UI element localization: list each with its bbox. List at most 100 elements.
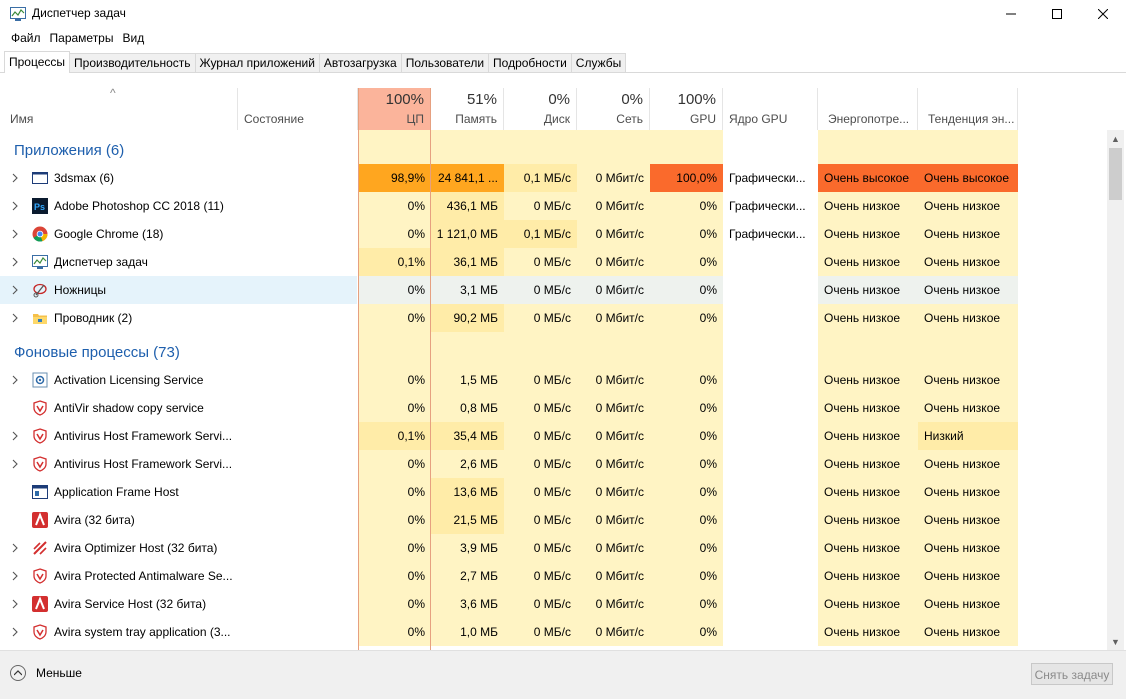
menu-file[interactable]: Файл [0,29,48,49]
vertical-scrollbar[interactable]: ▲ ▼ [1107,130,1124,650]
process-name-cell[interactable]: Проводник (2) [0,304,357,332]
chevron-right-icon[interactable] [11,626,19,638]
cell-cpu: 0% [358,590,431,618]
cell-net: 0 Мбит/с [577,366,650,394]
process-row[interactable]: Activation Licensing Service 0% 1,5 МБ 0 МБ… [0,366,1107,394]
menu-view[interactable]: Вид [120,29,151,49]
cell-cpu: 0% [358,562,431,590]
close-icon [1098,9,1108,19]
scroll-up-icon[interactable]: ▲ [1107,130,1124,147]
cell-engine [723,618,818,646]
cell-engine [723,534,818,562]
tab-services[interactable]: Службы [570,53,627,73]
process-row[interactable]: Google Chrome (18) 0% 1 121,0 МБ 0,1 МБ/с 0 … [0,220,1107,248]
end-task-button[interactable]: Снять задачу [1031,663,1113,685]
avira-shield-icon [32,428,48,444]
tab-app-history[interactable]: Журнал приложений [194,53,320,73]
process-name-cell[interactable]: Ножницы [0,276,357,304]
process-row[interactable]: Ножницы 0% 3,1 МБ 0 МБ/с 0 Мбит/с 0% Очень низ… [0,276,1107,304]
process-row[interactable]: Antivirus Host Framework Servi... 0% 2,6 М… [0,450,1107,478]
column-memory[interactable]: 51% Память [431,88,504,130]
chevron-right-icon[interactable] [11,458,19,470]
group-cell-bg [504,332,577,366]
column-power-trend[interactable]: Тенденция эн... [918,88,1018,130]
process-name-cell[interactable]: 3dsmax (6) [0,164,357,192]
cell-mem: 0,8 МБ [431,394,504,422]
cell-engine [723,590,818,618]
process-row[interactable]: Avira Optimizer Host (32 бита) 0% 3,9 МБ 0 … [0,534,1107,562]
process-name: Adobe Photoshop CC 2018 (11) [54,199,224,213]
process-name-cell[interactable]: Avira (32 бита) [0,506,357,534]
process-row[interactable]: Application Frame Host 0% 13,6 МБ 0 МБ/с 0 М… [0,478,1107,506]
chevron-right-icon[interactable] [11,200,19,212]
service-icon [32,372,48,388]
process-name-cell[interactable]: AntiVir shadow copy service [0,394,357,422]
maximize-button[interactable] [1034,0,1080,28]
process-row[interactable]: Antivirus Host Framework Servi... 0,1% 35,… [0,422,1107,450]
group-cell-bg [818,332,918,366]
chevron-right-icon[interactable] [11,312,19,324]
tab-performance[interactable]: Производительность [69,53,196,73]
process-name: Google Chrome (18) [54,227,164,241]
cell-mem: 1,5 МБ [431,366,504,394]
cell-disk: 0 МБ/с [504,394,577,422]
chevron-right-icon[interactable] [11,542,19,554]
cell-gpu: 0% [650,590,723,618]
menu-options[interactable]: Параметры [48,29,121,49]
process-name: Avira Protected Antimalware Se... [54,569,233,583]
process-row[interactable]: Ps Adobe Photoshop CC 2018 (11) 0% 436,1 МБ… [0,192,1107,220]
group-header-background[interactable]: Фоновые процессы (73) [0,332,1107,366]
close-button[interactable] [1080,0,1126,28]
group-header-apps[interactable]: Приложения (6) [0,130,1107,164]
chevron-right-icon[interactable] [11,256,19,268]
process-name-cell[interactable]: Avira Service Host (32 бита) [0,590,357,618]
column-network[interactable]: 0% Сеть [577,88,650,130]
tab-startup[interactable]: Автозагрузка [318,53,402,73]
process-row[interactable]: Avira Service Host (32 бита) 0% 3,6 МБ 0 МБ… [0,590,1107,618]
process-row[interactable]: Avira Protected Antimalware Se... 0% 2,7 М… [0,562,1107,590]
chevron-right-icon[interactable] [11,172,19,184]
cell-mem: 436,1 МБ [431,192,504,220]
column-gpu[interactable]: 100% GPU [650,88,723,130]
process-name-cell[interactable]: Диспетчер задач [0,248,357,276]
tab-details[interactable]: Подробности [488,53,572,73]
tab-users[interactable]: Пользователи [400,53,490,73]
cell-cpu: 0% [358,478,431,506]
fewer-details-button[interactable]: Меньше [10,665,82,681]
column-gpu-engine[interactable]: Ядро GPU [723,88,818,130]
process-row[interactable]: Проводник (2) 0% 90,2 МБ 0 МБ/с 0 Мбит/с 0% Оч… [0,304,1107,332]
minimize-button[interactable] [988,0,1034,28]
process-row[interactable]: Диспетчер задач 0,1% 36,1 МБ 0 МБ/с 0 Мбит/с… [0,248,1107,276]
column-cpu[interactable]: 100% ЦП [358,88,431,130]
process-row[interactable]: 3dsmax (6) 98,9% 24 841,1 ... 0,1 МБ/с 0 Мби… [0,164,1107,192]
process-row[interactable]: AntiVir shadow copy service 0% 0,8 МБ 0 МБ/… [0,394,1107,422]
scroll-down-icon[interactable]: ▼ [1107,633,1124,650]
process-name-cell[interactable]: Ps Adobe Photoshop CC 2018 (11) [0,192,357,220]
process-row[interactable]: Avira (32 бита) 0% 21,5 МБ 0 МБ/с 0 Мбит/с 0%… [0,506,1107,534]
cell-gpu: 0% [650,366,723,394]
chevron-right-icon[interactable] [11,284,19,296]
process-name-cell[interactable]: Avira system tray application (3... [0,618,357,646]
chevron-right-icon[interactable] [11,374,19,386]
chevron-right-icon[interactable] [11,598,19,610]
column-status[interactable]: Состояние [238,88,358,130]
chevron-right-icon[interactable] [11,228,19,240]
process-name-cell[interactable]: Activation Licensing Service [0,366,357,394]
process-name-cell[interactable]: Google Chrome (18) [0,220,357,248]
chevron-right-icon[interactable] [11,570,19,582]
scroll-thumb[interactable] [1109,148,1122,200]
cell-mem: 3,6 МБ [431,590,504,618]
process-name-cell[interactable]: Avira Protected Antimalware Se... [0,562,357,590]
tab-processes[interactable]: Процессы [4,51,71,73]
process-row[interactable]: Avira system tray application (3... 0% 1,0… [0,618,1107,646]
process-name-cell[interactable]: Antivirus Host Framework Servi... [0,450,357,478]
process-name-cell[interactable]: Application Frame Host [0,478,357,506]
column-disk[interactable]: 0% Диск [504,88,577,130]
process-name-cell[interactable]: Avira Optimizer Host (32 бита) [0,534,357,562]
chevron-right-icon[interactable] [11,430,19,442]
group-cell-bg [650,332,723,366]
process-name-cell[interactable]: Antivirus Host Framework Servi... [0,422,357,450]
cell-gpu: 0% [650,478,723,506]
column-power-usage[interactable]: Энергопотре... [818,88,918,130]
column-name[interactable]: ^ Имя [0,86,238,130]
